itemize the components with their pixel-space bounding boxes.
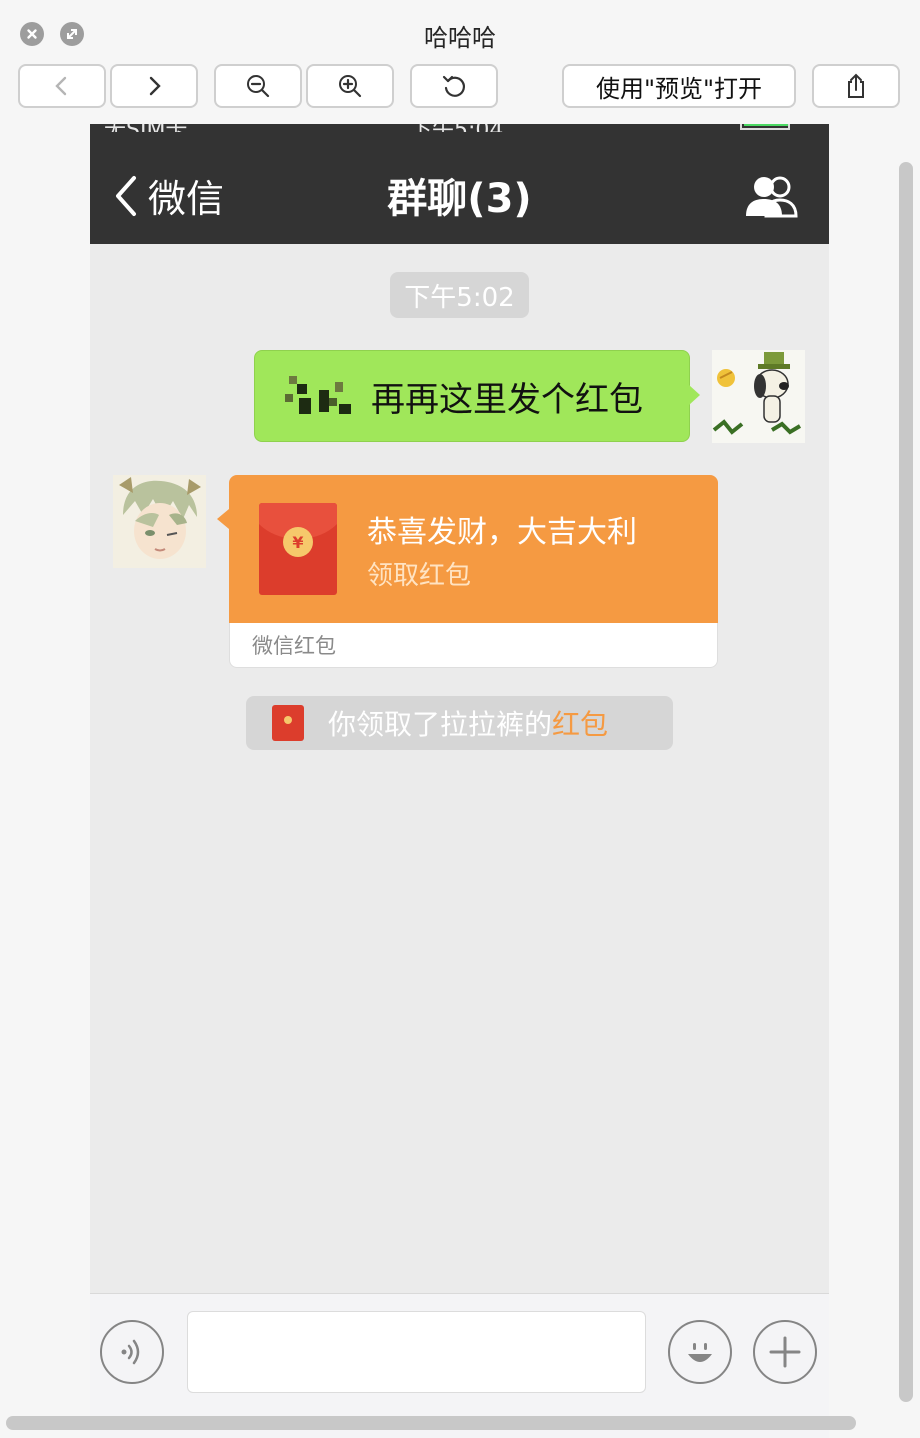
message-timestamp: 下午5:02 — [390, 272, 529, 318]
group-members-icon[interactable] — [742, 174, 802, 218]
message-input[interactable] — [187, 1311, 646, 1393]
voice-icon — [121, 1339, 140, 1365]
voice-button[interactable] — [100, 1320, 164, 1384]
rotate-icon — [442, 75, 466, 97]
red-packet-footer: 微信红包 — [229, 623, 718, 668]
previous-button[interactable] — [18, 64, 106, 108]
red-packet-greeting: 恭喜发财，大吉大利 — [367, 515, 637, 550]
share-icon — [848, 73, 864, 98]
plus-icon — [769, 1336, 801, 1368]
system-notice[interactable]: 你领取了拉拉裤的红包 — [246, 696, 673, 750]
zoom-in-button[interactable] — [306, 64, 394, 108]
more-button[interactable] — [753, 1320, 817, 1384]
chat-screen: 无SIM卡 下午5:04 微信 群聊(3) 下午5:02 再再这里发 — [90, 124, 829, 1293]
red-envelope-small-icon — [272, 705, 304, 741]
zoom-out-icon — [247, 75, 270, 98]
emoji-button[interactable] — [668, 1320, 732, 1384]
emoji-icon — [688, 1343, 712, 1362]
system-notice-text: 你领取了拉拉裤的 — [328, 708, 553, 741]
open-with-preview-button[interactable]: 使用"预览"打开 — [562, 64, 796, 108]
red-packet-message[interactable]: ¥ 恭喜发财，大吉大利 领取红包 微信红包 — [217, 475, 718, 668]
chevron-left-icon — [55, 76, 67, 96]
yuan-coin-icon: ¥ — [283, 527, 313, 557]
status-bar-fragment: 无SIM卡 下午5:04 — [90, 124, 829, 132]
horizontal-scrollbar[interactable] — [6, 1416, 856, 1430]
red-packet-action: 领取红包 — [367, 561, 472, 591]
system-notice-link[interactable]: 红包 — [552, 708, 608, 741]
outgoing-message-bubble[interactable]: 再再这里发个红包 — [254, 350, 700, 442]
red-envelope-icon: ¥ — [259, 503, 337, 595]
window-titlebar: 哈哈哈 使用"预览"打开 — [0, 0, 920, 124]
vertical-scrollbar[interactable] — [899, 162, 913, 1402]
share-button[interactable] — [812, 64, 900, 108]
next-button[interactable] — [110, 64, 198, 108]
chat-header: 无SIM卡 下午5:04 微信 群聊(3) — [90, 124, 829, 244]
red-packet-body: ¥ 恭喜发财，大吉大利 领取红包 — [217, 475, 718, 623]
outgoing-message-text: 再再这里发个红包 — [371, 379, 643, 420]
rotate-button[interactable] — [410, 64, 498, 108]
zoom-out-button[interactable] — [214, 64, 302, 108]
my-avatar[interactable] — [712, 350, 805, 443]
chevron-right-icon — [149, 76, 161, 96]
zoom-in-icon — [339, 75, 362, 98]
chat-title: 群聊(3) — [387, 176, 532, 222]
sender-avatar[interactable] — [113, 475, 206, 568]
pixelated-emoji — [279, 376, 351, 416]
window-title: 哈哈哈 — [424, 24, 496, 52]
